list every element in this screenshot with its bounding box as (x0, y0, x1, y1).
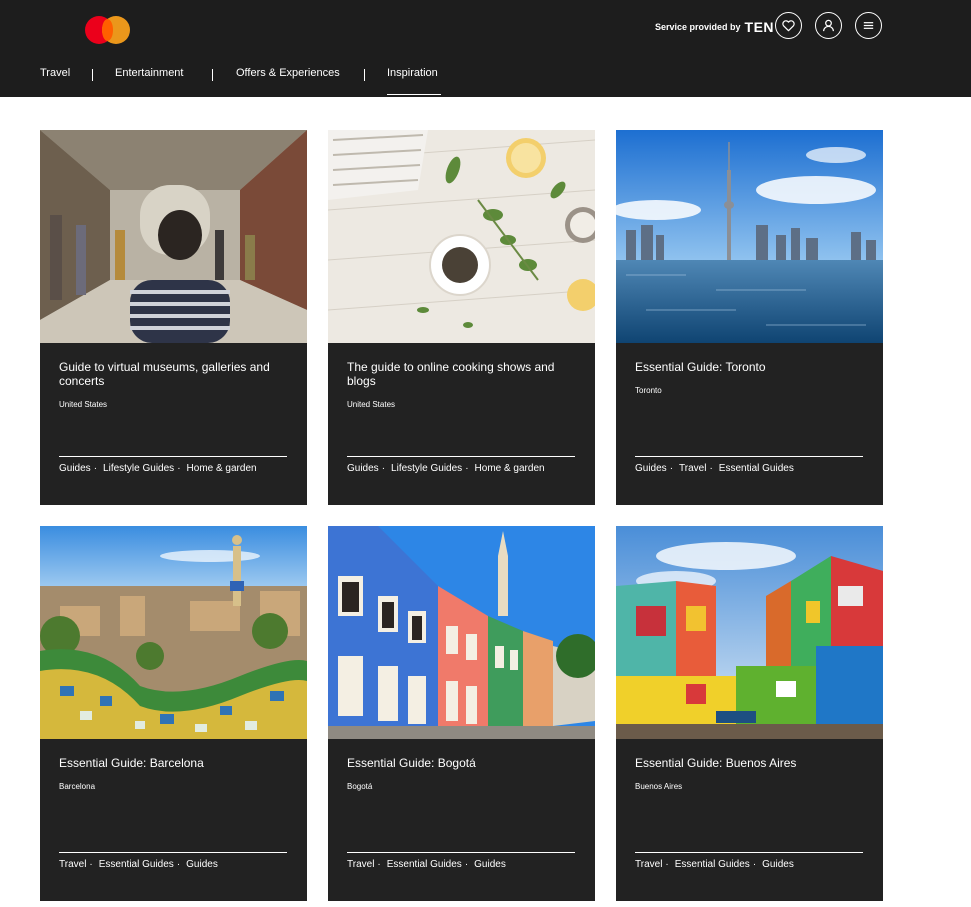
card-title[interactable]: Essential Guide: Barcelona (59, 756, 289, 770)
tag-link[interactable]: Guides (347, 463, 379, 474)
nav-divider (212, 69, 213, 81)
tag-link[interactable]: Guides (635, 463, 667, 474)
ten-brand-logo: TEN (744, 19, 775, 35)
card-tags: Guides · Lifestyle Guides · Home & garden (347, 463, 587, 474)
nav-divider (364, 69, 365, 81)
card-image (616, 130, 883, 343)
tag-link[interactable]: Essential Guides (387, 859, 462, 870)
logo-overlap (102, 19, 113, 41)
card-title[interactable]: Essential Guide: Bogotá (347, 756, 577, 770)
card-tags: Travel · Essential Guides · Guides (635, 859, 875, 870)
user-icon (823, 19, 834, 32)
heart-icon (782, 20, 795, 32)
article-card[interactable]: Essential Guide: Barcelona Barcelona Tra… (40, 526, 307, 901)
nav-inspiration[interactable]: Inspiration (387, 67, 438, 79)
card-divider (59, 852, 287, 853)
tag-separator: · (177, 463, 181, 474)
tag-link[interactable]: Home & garden (475, 463, 545, 474)
card-tags: Guides · Lifestyle Guides · Home & garden (59, 463, 299, 474)
tag-separator: · (665, 859, 669, 870)
tag-link[interactable]: Travel (679, 463, 706, 474)
tag-separator: · (89, 859, 93, 870)
card-divider (347, 852, 575, 853)
tag-link[interactable]: Guides (59, 463, 91, 474)
tag-link[interactable]: Lifestyle Guides (391, 463, 462, 474)
article-card[interactable]: Guide to virtual museums, galleries and … (40, 130, 307, 505)
tag-separator: · (465, 463, 469, 474)
article-card[interactable]: The guide to online cooking shows and bl… (328, 130, 595, 505)
tag-separator: · (709, 463, 713, 474)
card-location: United States (59, 400, 108, 409)
tag-separator: · (377, 859, 381, 870)
tag-link[interactable]: Lifestyle Guides (103, 463, 174, 474)
tag-link[interactable]: Travel (59, 859, 86, 870)
tag-separator: · (669, 463, 674, 474)
service-provided-by: Service provided by TEN (655, 19, 774, 35)
nav-entertainment[interactable]: Entertainment (115, 67, 183, 79)
herbs-on-wooden-table-photo (328, 130, 595, 343)
article-card[interactable]: Essential Guide: Bogotá Bogotá Travel · E… (328, 526, 595, 901)
card-tags: Travel · Essential Guides · Guides (59, 859, 299, 870)
menu-icon (863, 22, 874, 29)
card-image (40, 130, 307, 343)
card-title[interactable]: The guide to online cooking shows and bl… (347, 360, 577, 388)
tag-link[interactable]: Home & garden (187, 463, 257, 474)
nav-travel[interactable]: Travel (40, 67, 70, 79)
site-header: Service provided by TEN Travel Entertain… (0, 0, 971, 97)
card-divider (635, 456, 863, 457)
main-nav: Travel Entertainment Offers & Experience… (0, 62, 971, 97)
card-tags: Travel · Essential Guides · Guides (347, 859, 587, 870)
nav-offers-experiences[interactable]: Offers & Experiences (236, 67, 340, 79)
favorites-button[interactable] (775, 12, 802, 39)
tag-link[interactable]: Guides (474, 859, 506, 870)
tag-separator: · (93, 463, 98, 474)
card-divider (347, 456, 575, 457)
card-location: Barcelona (59, 782, 96, 791)
colorful-colonial-street-photo (328, 526, 595, 739)
tag-link[interactable]: Guides (186, 859, 218, 870)
card-title[interactable]: Essential Guide: Toronto (635, 360, 865, 374)
mastercard-logo[interactable] (85, 16, 131, 44)
card-location: Toronto (635, 386, 662, 395)
card-image (40, 526, 307, 739)
park-guell-photo (40, 526, 307, 739)
card-divider (59, 456, 287, 457)
la-boca-houses-photo (616, 526, 883, 739)
menu-button[interactable] (855, 12, 882, 39)
tag-separator: · (381, 463, 386, 474)
card-title[interactable]: Essential Guide: Buenos Aires (635, 756, 865, 770)
account-button[interactable] (815, 12, 842, 39)
toronto-skyline-photo (616, 130, 883, 343)
card-tags: Guides · Travel · Essential Guides (635, 463, 875, 474)
card-location: Bogotá (347, 782, 373, 791)
nav-active-underline (387, 94, 441, 95)
article-card[interactable]: Essential Guide: Buenos Aires Buenos Air… (616, 526, 883, 901)
card-divider (635, 852, 863, 853)
card-image (616, 526, 883, 739)
card-location: United States (347, 400, 396, 409)
tag-link[interactable]: Guides (762, 859, 794, 870)
card-image (328, 130, 595, 343)
tag-separator: · (176, 859, 181, 870)
tag-link[interactable]: Essential Guides (675, 859, 750, 870)
card-location: Buenos Aires (635, 782, 683, 791)
tag-separator: · (464, 859, 469, 870)
tag-link[interactable]: Essential Guides (719, 463, 794, 474)
card-image (328, 526, 595, 739)
nav-divider (92, 69, 93, 81)
tag-separator: · (752, 859, 757, 870)
museum-hallway-photo (40, 130, 307, 343)
tag-link[interactable]: Travel (347, 859, 374, 870)
tag-link[interactable]: Essential Guides (99, 859, 174, 870)
article-card[interactable]: Essential Guide: Toronto Toronto Guides ·… (616, 130, 883, 505)
tag-link[interactable]: Travel (635, 859, 662, 870)
card-title[interactable]: Guide to virtual museums, galleries and … (59, 360, 289, 388)
service-label: Service provided by (655, 22, 741, 32)
